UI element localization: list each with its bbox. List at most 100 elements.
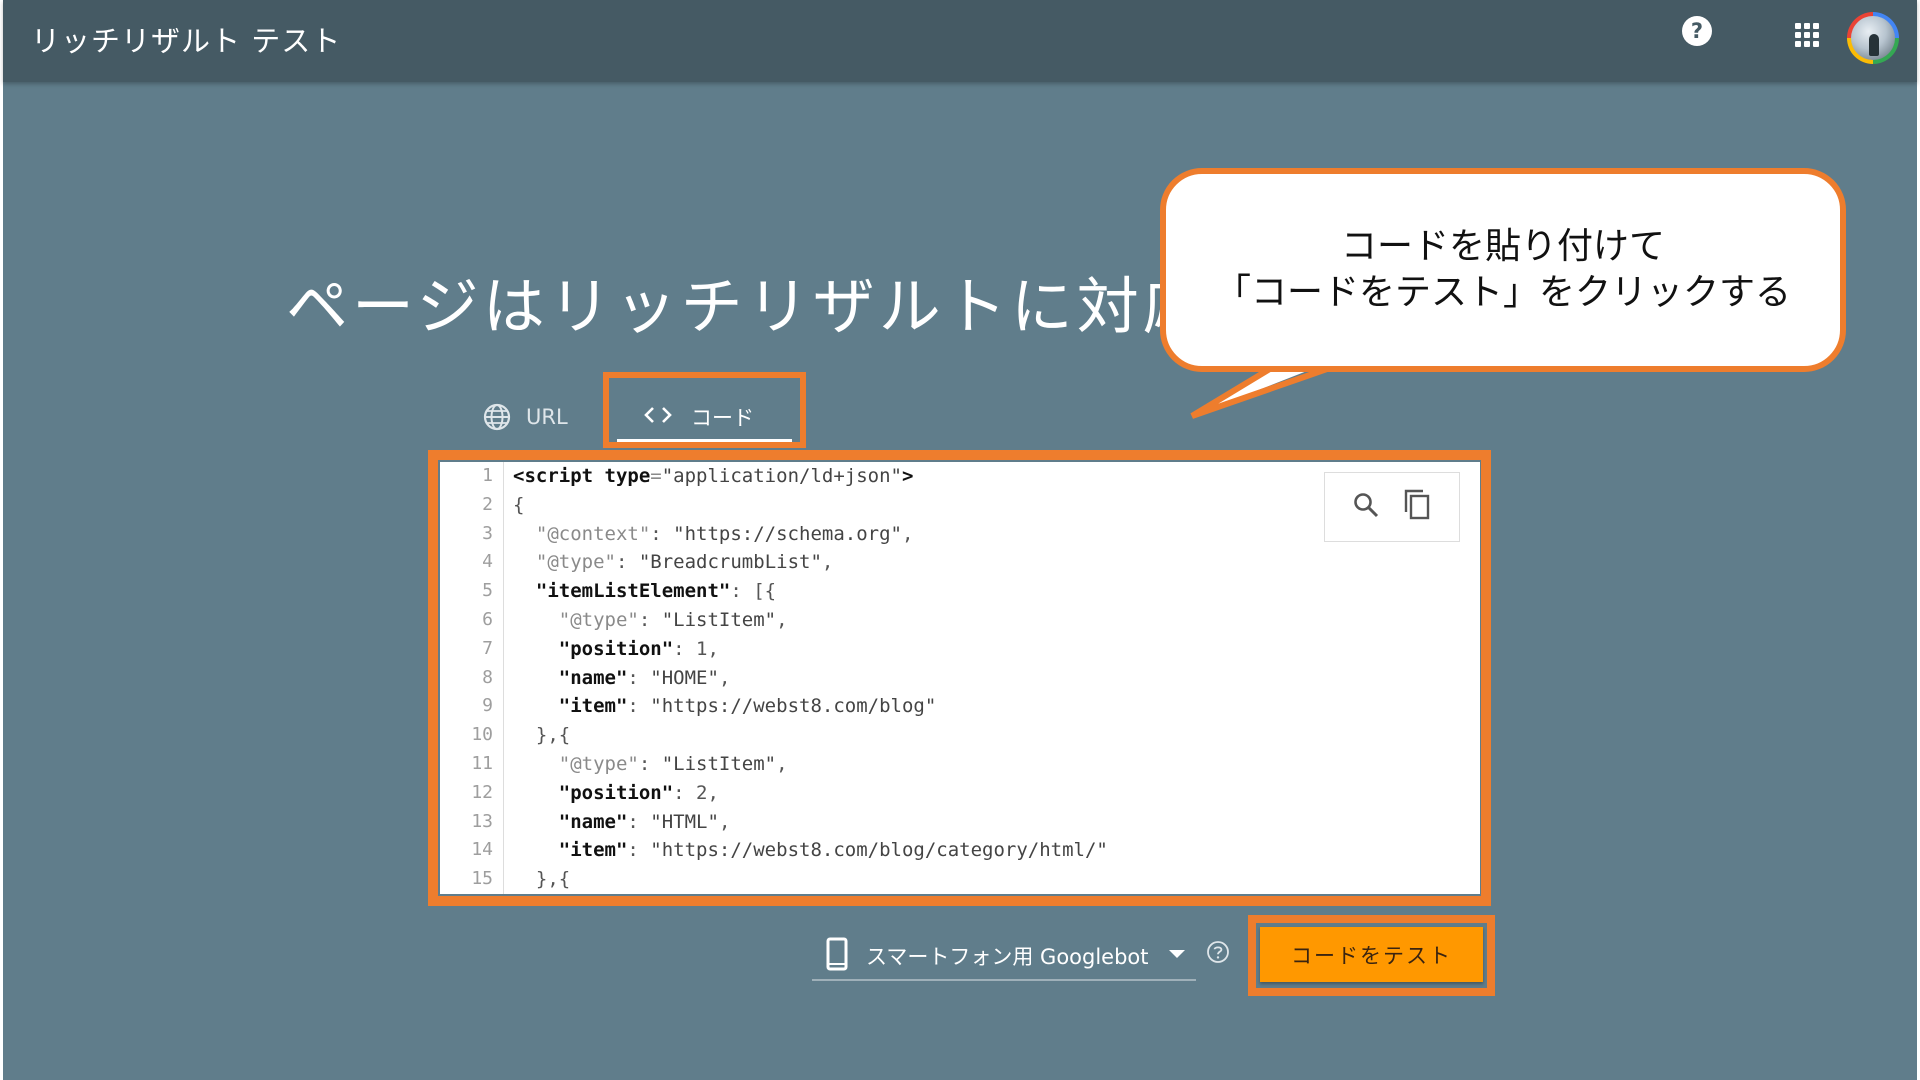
code-token: , <box>718 810 731 833</box>
line-number: 15 <box>471 868 493 890</box>
device-select[interactable]: スマートフォン用 Googlebot <box>812 933 1196 981</box>
line-number: 2 <box>482 493 493 515</box>
test-code-button[interactable]: コードをテスト <box>1260 927 1483 982</box>
line-number: 10 <box>471 724 493 746</box>
code-token: : 1, <box>673 637 719 660</box>
code-line: },{ <box>513 865 1480 894</box>
code-token: "name" <box>558 666 628 689</box>
tab-selected-indicator <box>617 439 792 442</box>
tab-code-label: コード <box>691 406 754 430</box>
code-token: "https://schema.org" <box>673 522 902 545</box>
globe-icon <box>482 402 512 432</box>
code-token: : <box>638 752 662 775</box>
dropdown-arrow-icon <box>1169 950 1185 958</box>
search-icon[interactable] <box>1352 491 1380 523</box>
code-token: type <box>604 465 651 487</box>
code-line: "itemListElement": [{ <box>513 577 1480 606</box>
code-token: "ListItem" <box>661 608 777 631</box>
copy-icon[interactable] <box>1402 488 1432 526</box>
code-token: <script <box>513 465 605 487</box>
code-token: "@context" <box>535 522 651 545</box>
code-token: "itemListElement" <box>535 580 731 603</box>
code-token: "@type" <box>558 752 639 775</box>
line-number: 8 <box>482 666 493 688</box>
code-token: { <box>513 493 525 516</box>
code-line: "name": "HTML", <box>513 808 1480 837</box>
tab-url[interactable]: URL <box>482 398 568 436</box>
code-line: "position": 1, <box>513 635 1480 664</box>
code-token: , <box>776 752 788 775</box>
line-number: 4 <box>482 551 493 573</box>
code-token: : <box>627 695 651 718</box>
line-number: 3 <box>482 522 493 544</box>
code-token: "ListItem" <box>661 752 777 775</box>
apps-grid-icon[interactable] <box>1795 23 1819 47</box>
code-token: > <box>901 465 914 487</box>
line-number: 11 <box>471 752 493 774</box>
code-line: },{ <box>513 721 1480 750</box>
line-number: 6 <box>482 608 493 630</box>
app-title: リッチリザルト テスト <box>31 24 342 58</box>
code-token: "https://webst8.com/blog/category/html/" <box>650 839 1108 862</box>
tab-code[interactable]: コード <box>643 398 754 436</box>
line-number: 7 <box>482 637 493 659</box>
code-token: : [{ <box>730 580 777 603</box>
code-token: , <box>718 666 731 689</box>
code-token: : 2, <box>673 781 719 804</box>
help-outline-icon[interactable] <box>1206 940 1230 968</box>
code-token: "item" <box>558 695 628 718</box>
line-number: 13 <box>471 810 493 832</box>
code-line: "item": "https://webst8.com/blog" <box>513 692 1480 721</box>
line-number-gutter: 1 2 3 4 5 6 7 8 9 10 11 12 13 14 15 <box>440 462 504 894</box>
tab-url-label: URL <box>526 405 568 429</box>
code-token: , <box>776 608 788 631</box>
code-line: "position": 2, <box>513 779 1480 808</box>
code-token: "HOME" <box>650 666 719 689</box>
code-token: "https://webst8.com/blog" <box>650 695 937 718</box>
line-number: 14 <box>471 839 493 861</box>
code-token: = <box>650 465 662 487</box>
code-token: , <box>821 551 834 574</box>
help-icon[interactable]: ? <box>1682 16 1712 46</box>
code-token: : <box>627 666 651 689</box>
code-token: },{ <box>513 724 571 747</box>
code-token: "position" <box>558 637 674 660</box>
code-token: "HTML" <box>650 810 719 833</box>
code-token: : <box>615 551 639 574</box>
code-token: },{ <box>513 868 571 891</box>
code-token: : <box>627 810 651 833</box>
line-number: 5 <box>482 580 493 602</box>
callout-line-2: 「コードをテスト」をクリックする <box>1214 272 1791 313</box>
code-line: "item": "https://webst8.com/blog/categor… <box>513 836 1480 865</box>
code-token: "@type" <box>558 608 639 631</box>
code-token: : <box>627 839 651 862</box>
page-headline: ページはリッチリザルトに対応 <box>286 270 1209 343</box>
frame-edge-left <box>0 0 3 1080</box>
code-line: "name": "HOME", <box>513 664 1480 693</box>
annotation-callout: コードを貼り付けて 「コードをテスト」をクリックする <box>1160 168 1846 372</box>
account-avatar[interactable] <box>1847 12 1899 64</box>
code-line: "@type": "BreadcrumbList", <box>513 548 1480 577</box>
editor-toolbar <box>1324 472 1460 542</box>
code-token: "name" <box>558 810 628 833</box>
code-token: "position" <box>558 781 674 804</box>
code-token: "item" <box>558 839 628 862</box>
line-number: 9 <box>482 695 493 717</box>
top-app-bar: リッチリザルト テスト ? <box>3 0 1917 82</box>
avatar-photo <box>1851 16 1895 60</box>
code-token: , <box>901 522 914 545</box>
code-line: "@type": "ListItem", <box>513 750 1480 779</box>
device-select-label: スマートフォン用 Googlebot <box>866 945 1149 969</box>
code-token: : <box>650 522 674 545</box>
code-token: "application/ld+json" <box>661 465 902 487</box>
code-line: "@type": "ListItem", <box>513 606 1480 635</box>
